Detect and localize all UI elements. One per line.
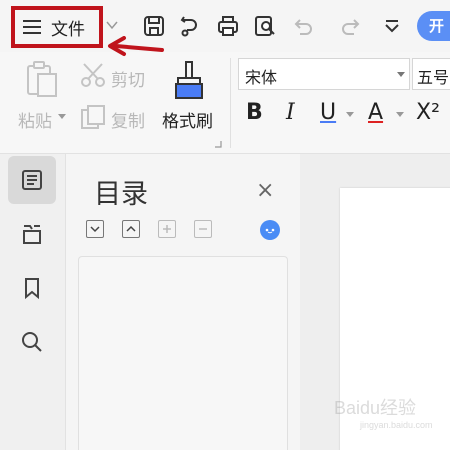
search-icon xyxy=(22,332,42,352)
sidebar-item-search[interactable] xyxy=(8,318,56,366)
watermark-subtext: jingyan.baidu.com xyxy=(359,420,433,430)
font-color-button[interactable]: A xyxy=(368,100,383,125)
annotation-arrow-icon xyxy=(108,36,164,56)
add-heading-button[interactable] xyxy=(158,220,176,238)
scissors-icon xyxy=(81,63,105,87)
print-icon[interactable] xyxy=(216,14,240,38)
paste-dropdown-icon[interactable] xyxy=(58,114,66,120)
close-icon[interactable]: × xyxy=(256,178,274,203)
file-menu-button[interactable]: 文件 xyxy=(11,6,103,48)
minus-icon xyxy=(199,228,207,230)
sidebar-item-bookmark[interactable] xyxy=(8,264,56,312)
font-dropdown-icon xyxy=(397,72,405,77)
format-painter-icon[interactable] xyxy=(172,60,206,100)
top-bar: 文件 开 xyxy=(0,0,450,52)
toc-icon xyxy=(22,170,42,190)
navigation-icon xyxy=(23,225,41,244)
paste-button[interactable]: 粘贴 xyxy=(18,107,52,132)
underline-button[interactable]: U xyxy=(320,100,336,125)
undo-history-icon[interactable] xyxy=(179,14,203,38)
left-sidebar xyxy=(0,154,66,450)
font-name-value: 宋体 xyxy=(245,68,278,87)
sidebar-item-toc[interactable] xyxy=(8,156,56,204)
bookmark-icon xyxy=(25,278,39,300)
baidu-watermark-icon: Baidu经验 jingyan.baidu.com xyxy=(334,398,433,430)
sidebar-item-navigation[interactable] xyxy=(8,210,56,258)
toc-title: 目录 xyxy=(94,179,148,210)
superscript-button[interactable]: X² xyxy=(416,100,440,125)
font-name-select[interactable]: 宋体 xyxy=(238,58,410,90)
paste-icon[interactable] xyxy=(24,60,60,98)
watermark-text: Baidu经验 xyxy=(334,398,416,418)
collapse-all-button[interactable] xyxy=(86,220,104,238)
chevron-up-icon xyxy=(126,225,136,232)
more-icon xyxy=(265,228,275,234)
redo-icon[interactable] xyxy=(339,14,363,38)
copy-button[interactable]: 复制 xyxy=(111,107,145,132)
expand-all-button[interactable] xyxy=(122,220,140,238)
clipboard-expand-icon[interactable] xyxy=(214,140,222,148)
file-menu-label: 文件 xyxy=(51,19,85,40)
toc-settings-button[interactable] xyxy=(260,220,280,240)
underline-dropdown-icon[interactable] xyxy=(346,112,354,118)
copy-icon xyxy=(81,105,105,129)
open-button[interactable]: 开 xyxy=(417,11,450,41)
customize-icon[interactable] xyxy=(380,14,404,38)
menu-icon xyxy=(23,20,41,34)
ribbon-divider xyxy=(230,58,231,148)
bold-button[interactable]: B xyxy=(246,100,263,125)
undo-icon[interactable] xyxy=(291,14,315,38)
ribbon: 粘贴 剪切 复制 格式刷 宋体 五号 B I U A X² xyxy=(0,52,450,154)
font-size-select[interactable]: 五号 xyxy=(412,58,450,90)
font-color-dropdown-icon[interactable] xyxy=(396,112,404,118)
plus-icon xyxy=(163,225,171,233)
format-painter-button[interactable]: 格式刷 xyxy=(162,107,213,132)
toc-panel: 目录 × xyxy=(66,154,300,450)
remove-heading-button[interactable] xyxy=(194,220,212,238)
chevron-down-icon xyxy=(90,226,100,233)
print-preview-icon[interactable] xyxy=(253,14,277,38)
save-icon[interactable] xyxy=(142,14,166,38)
font-size-value: 五号 xyxy=(417,68,450,87)
toc-content-area[interactable] xyxy=(78,256,288,450)
chevron-down-icon[interactable] xyxy=(106,20,118,30)
cut-button[interactable]: 剪切 xyxy=(111,66,145,91)
italic-button[interactable]: I xyxy=(286,100,295,125)
